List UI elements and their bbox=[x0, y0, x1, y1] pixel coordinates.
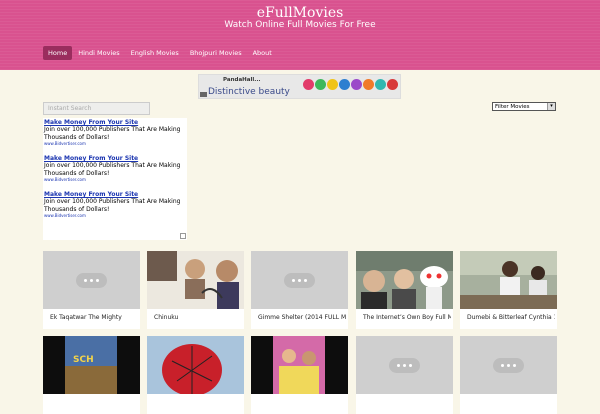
video-placeholder-thumbnail[interactable] bbox=[251, 251, 348, 309]
banner-logo: PandaHall... bbox=[223, 77, 261, 83]
nav-item-home[interactable]: Home bbox=[43, 46, 73, 60]
filter-movies-select[interactable]: Filter Movies ▾ bbox=[492, 102, 556, 111]
main-nav: Home Hindi Movies English Movies Bhojpur… bbox=[43, 46, 278, 60]
ad-url[interactable]: www.Bidvertiser.com bbox=[44, 213, 184, 218]
movie-card[interactable]: Ek Taqatwar The Mighty bbox=[43, 251, 140, 329]
ad-body: Join over 100,000 Publishers That Are Ma… bbox=[44, 162, 181, 177]
movie-title[interactable]: The Internet’s Own Boy Full Mov bbox=[363, 314, 451, 321]
more-icon bbox=[284, 272, 315, 288]
video-placeholder-thumbnail[interactable] bbox=[356, 336, 453, 394]
ad-unit[interactable]: Make Money From Your Site Join over 100,… bbox=[44, 119, 184, 146]
sidebar-ads: Make Money From Your Site Join over 100,… bbox=[43, 118, 187, 240]
ad-title[interactable]: Make Money From Your Site bbox=[44, 155, 184, 162]
movie-card[interactable]: Dumebi & Bitterleaf Cynthia 1 bbox=[460, 251, 557, 329]
ad-url[interactable]: www.Bidvertiser.com bbox=[44, 141, 184, 146]
movie-poster-thumbnail[interactable] bbox=[147, 336, 244, 394]
movie-title[interactable]: Chinuku bbox=[154, 314, 242, 321]
ad-body: Join over 100,000 Publishers That Are Ma… bbox=[44, 198, 181, 213]
site-tagline: Watch Online Full Movies For Free bbox=[224, 20, 376, 30]
ad-body: Join over 100,000 Publishers That Are Ma… bbox=[44, 126, 181, 141]
movie-photo-thumbnail[interactable] bbox=[460, 251, 557, 309]
ad-title[interactable]: Make Money From Your Site bbox=[44, 119, 184, 126]
ad-info-icon[interactable] bbox=[180, 233, 186, 239]
movie-card[interactable]: Chinuku bbox=[147, 251, 244, 329]
movie-title[interactable]: Ek Taqatwar The Mighty bbox=[50, 314, 138, 321]
movie-card[interactable] bbox=[147, 336, 244, 414]
movie-card[interactable]: The Internet’s Own Boy Full Mov bbox=[356, 251, 453, 329]
nav-item-hindi-movies[interactable]: Hindi Movies bbox=[73, 46, 124, 60]
ad-url[interactable]: www.Bidvertiser.com bbox=[44, 177, 184, 182]
poster-image bbox=[251, 336, 348, 394]
movie-card[interactable] bbox=[251, 336, 348, 414]
poster-image bbox=[147, 251, 244, 309]
video-placeholder-thumbnail[interactable] bbox=[460, 336, 557, 394]
site-title[interactable]: eFullMovies bbox=[0, 5, 600, 21]
poster-image bbox=[147, 336, 244, 394]
instant-search-input[interactable] bbox=[43, 102, 150, 115]
ad-title[interactable]: Make Money From Your Site bbox=[44, 191, 184, 198]
movie-card[interactable]: SCH bbox=[43, 336, 140, 414]
movie-poster-thumbnail[interactable] bbox=[251, 336, 348, 394]
more-icon bbox=[389, 357, 420, 373]
filter-selected-value: Filter Movies bbox=[495, 103, 530, 110]
ad-banner[interactable]: PandaHall... Distinctive beauty bbox=[198, 74, 401, 99]
video-placeholder-thumbnail[interactable] bbox=[43, 251, 140, 309]
site-header: eFullMovies Watch Online Full Movies For… bbox=[0, 0, 600, 70]
photo-image bbox=[460, 251, 557, 309]
banner-beads-image bbox=[303, 79, 398, 90]
movie-poster-thumbnail[interactable] bbox=[147, 251, 244, 309]
movie-card[interactable]: Gimme Shelter (2014 FULL MOV bbox=[251, 251, 348, 329]
ad-unit[interactable]: Make Money From Your Site Join over 100,… bbox=[44, 155, 184, 182]
svg-text:SCH: SCH bbox=[73, 355, 94, 365]
photo-image bbox=[356, 251, 453, 309]
movie-card[interactable] bbox=[356, 336, 453, 414]
ad-choices-icon bbox=[200, 92, 207, 97]
movie-card[interactable] bbox=[460, 336, 557, 414]
movie-title[interactable]: Dumebi & Bitterleaf Cynthia 1 bbox=[467, 314, 555, 321]
more-icon bbox=[76, 272, 107, 288]
nav-item-bhojpuri-movies[interactable]: Bhojpuri Movies bbox=[185, 46, 247, 60]
movie-title[interactable]: Gimme Shelter (2014 FULL MOV bbox=[258, 314, 346, 321]
nav-item-about[interactable]: About bbox=[248, 46, 277, 60]
banner-text: Distinctive beauty bbox=[208, 87, 290, 97]
poster-image: SCH bbox=[43, 336, 140, 394]
nav-item-english-movies[interactable]: English Movies bbox=[126, 46, 184, 60]
movie-photo-thumbnail[interactable] bbox=[356, 251, 453, 309]
movie-poster-thumbnail[interactable]: SCH bbox=[43, 336, 140, 394]
ad-unit[interactable]: Make Money From Your Site Join over 100,… bbox=[44, 191, 184, 218]
more-icon bbox=[493, 357, 524, 373]
chevron-down-icon[interactable]: ▾ bbox=[547, 103, 555, 110]
